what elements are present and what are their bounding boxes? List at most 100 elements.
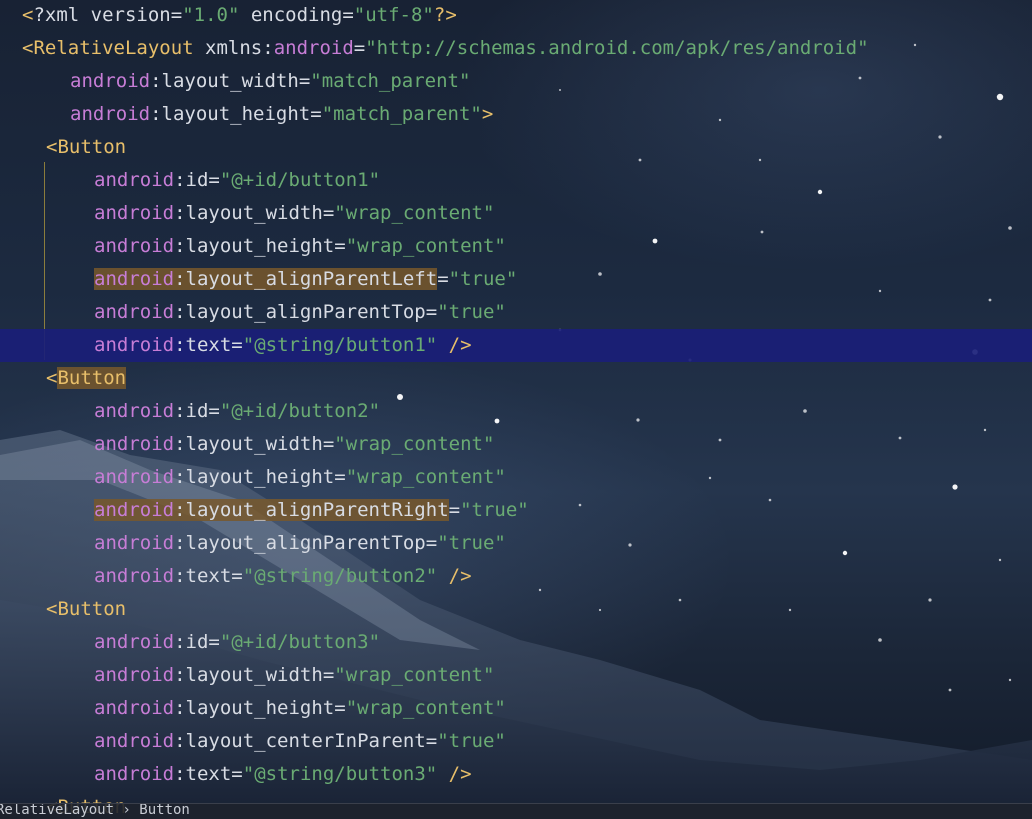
code-token: < <box>46 367 58 389</box>
code-token: : <box>174 532 186 554</box>
code-token: : <box>174 631 186 653</box>
code-token: = <box>231 334 243 356</box>
code-line-text: android:layout_width="wrap_content" <box>94 197 494 230</box>
code-token: : <box>174 202 186 224</box>
code-line[interactable]: android:layout_height="wrap_content" <box>0 461 1032 494</box>
code-editor[interactable]: <?xml version="1.0" encoding="utf-8"?> <R… <box>0 0 1032 819</box>
code-token: "true" <box>437 532 506 554</box>
code-token: : <box>262 37 274 59</box>
code-line-text: android:layout_alignParentLeft="true" <box>94 263 517 296</box>
code-token: : <box>174 697 186 719</box>
current-code-line[interactable]: android:text="@string/button1" /> <box>0 329 1032 362</box>
code-token: = <box>231 763 243 785</box>
code-line[interactable]: android:text="@string/button2" /> <box>0 560 1032 593</box>
code-token: /> <box>448 565 472 587</box>
code-line[interactable]: android:text="@string/button3" /> <box>0 758 1032 791</box>
code-token: text <box>185 565 232 587</box>
code-line[interactable]: android:layout_height="wrap_content" <box>0 692 1032 725</box>
code-token: xmlns <box>193 37 263 59</box>
code-line[interactable]: <?xml version="1.0" encoding="utf-8"?> <box>0 0 1032 32</box>
breadcrumb[interactable]: RelativeLayout › Button <box>0 804 190 818</box>
code-token: android <box>94 466 175 488</box>
code-line[interactable]: android:layout_width="wrap_content" <box>0 428 1032 461</box>
code-token: layout_width <box>185 433 323 455</box>
code-token: "@+id/button3" <box>219 631 381 653</box>
code-token: : <box>174 235 186 257</box>
code-line[interactable]: android:layout_alignParentTop="true" <box>0 296 1032 329</box>
code-token: = <box>322 433 335 455</box>
code-token: = <box>334 697 346 719</box>
code-token: layout_alignParentRight <box>185 499 449 521</box>
code-token: /> <box>448 763 472 785</box>
status-breadcrumb-bar[interactable]: RelativeLayout › Button <box>0 803 1032 819</box>
code-line[interactable]: android:layout_height="match_parent"> <box>0 98 1032 131</box>
code-token: : <box>174 763 186 785</box>
code-line[interactable]: android:id="@+id/button3" <box>0 626 1032 659</box>
code-token: id <box>185 400 209 422</box>
code-line[interactable]: android:layout_alignParentRight="true" <box>0 494 1032 527</box>
code-line-text: android:text="@string/button1" /> <box>94 329 472 362</box>
code-token: Button <box>57 136 127 158</box>
code-token: android <box>94 301 175 323</box>
code-token: : <box>174 565 186 587</box>
code-line[interactable]: android:id="@+id/button1" <box>0 164 1032 197</box>
code-line-text: android:text="@string/button3" /> <box>94 758 472 791</box>
code-token: "@+id/button2" <box>219 400 381 422</box>
code-token: : <box>150 103 162 125</box>
code-token: : <box>174 433 186 455</box>
code-token: android <box>94 235 175 257</box>
code-token: "true" <box>437 301 506 323</box>
code-line[interactable]: android:layout_alignParentTop="true" <box>0 527 1032 560</box>
code-token: "@+id/button1" <box>219 169 381 191</box>
code-line[interactable]: android:id="@+id/button2" <box>0 395 1032 428</box>
code-token: "true" <box>437 730 506 752</box>
code-token: text <box>185 763 232 785</box>
code-token: = <box>437 268 449 290</box>
code-token: < <box>22 4 34 26</box>
code-token: : <box>174 400 186 422</box>
code-token: layout_height <box>185 697 335 719</box>
code-line[interactable]: android:layout_alignParentLeft="true" <box>0 263 1032 296</box>
code-token: layout_height <box>185 235 335 257</box>
code-line[interactable]: <Button <box>0 362 1032 395</box>
code-token: android <box>273 37 354 59</box>
code-line[interactable]: android:layout_width="match_parent" <box>0 65 1032 98</box>
code-line[interactable]: android:layout_width="wrap_content" <box>0 197 1032 230</box>
code-token: = <box>334 466 346 488</box>
code-line[interactable]: <RelativeLayout xmlns:android="http://sc… <box>0 32 1032 65</box>
code-line[interactable]: android:layout_height="wrap_content" <box>0 230 1032 263</box>
code-token: Button <box>57 598 127 620</box>
code-token: android <box>94 400 175 422</box>
code-line[interactable]: <Button <box>0 131 1032 164</box>
code-token: "@string/button2" <box>242 565 438 587</box>
code-line[interactable]: <Button <box>0 593 1032 626</box>
code-token: = <box>208 400 220 422</box>
code-token: android <box>94 268 175 290</box>
code-line-text: android:layout_height="match_parent"> <box>70 98 493 131</box>
code-line-text: android:layout_height="wrap_content" <box>94 692 506 725</box>
code-line-text: android:layout_alignParentRight="true" <box>94 494 529 527</box>
code-line[interactable]: android:layout_width="wrap_content" <box>0 659 1032 692</box>
code-line-text: android:layout_width="match_parent" <box>70 65 470 98</box>
code-token: "wrap_content" <box>345 466 506 488</box>
code-line[interactable]: android:layout_centerInParent="true" <box>0 725 1032 758</box>
code-token: < <box>22 37 34 59</box>
code-token: "match_parent" <box>310 70 471 92</box>
code-token: android <box>94 631 175 653</box>
code-line-text: android:text="@string/button2" /> <box>94 560 472 593</box>
code-line-text: android:id="@+id/button2" <box>94 395 380 428</box>
code-token: : <box>174 301 186 323</box>
code-token: Button <box>57 367 127 389</box>
code-token: = <box>425 532 438 554</box>
code-token: id <box>185 169 209 191</box>
code-token: android <box>70 103 151 125</box>
code-token: layout_alignParentTop <box>185 532 426 554</box>
code-token: : <box>174 334 186 356</box>
code-line-text: <Button <box>46 593 126 626</box>
code-token: : <box>150 70 162 92</box>
code-token: layout_height <box>185 466 335 488</box>
code-token: = <box>322 202 335 224</box>
code-token: "wrap_content" <box>334 202 495 224</box>
code-token: layout_centerInParent <box>185 730 426 752</box>
